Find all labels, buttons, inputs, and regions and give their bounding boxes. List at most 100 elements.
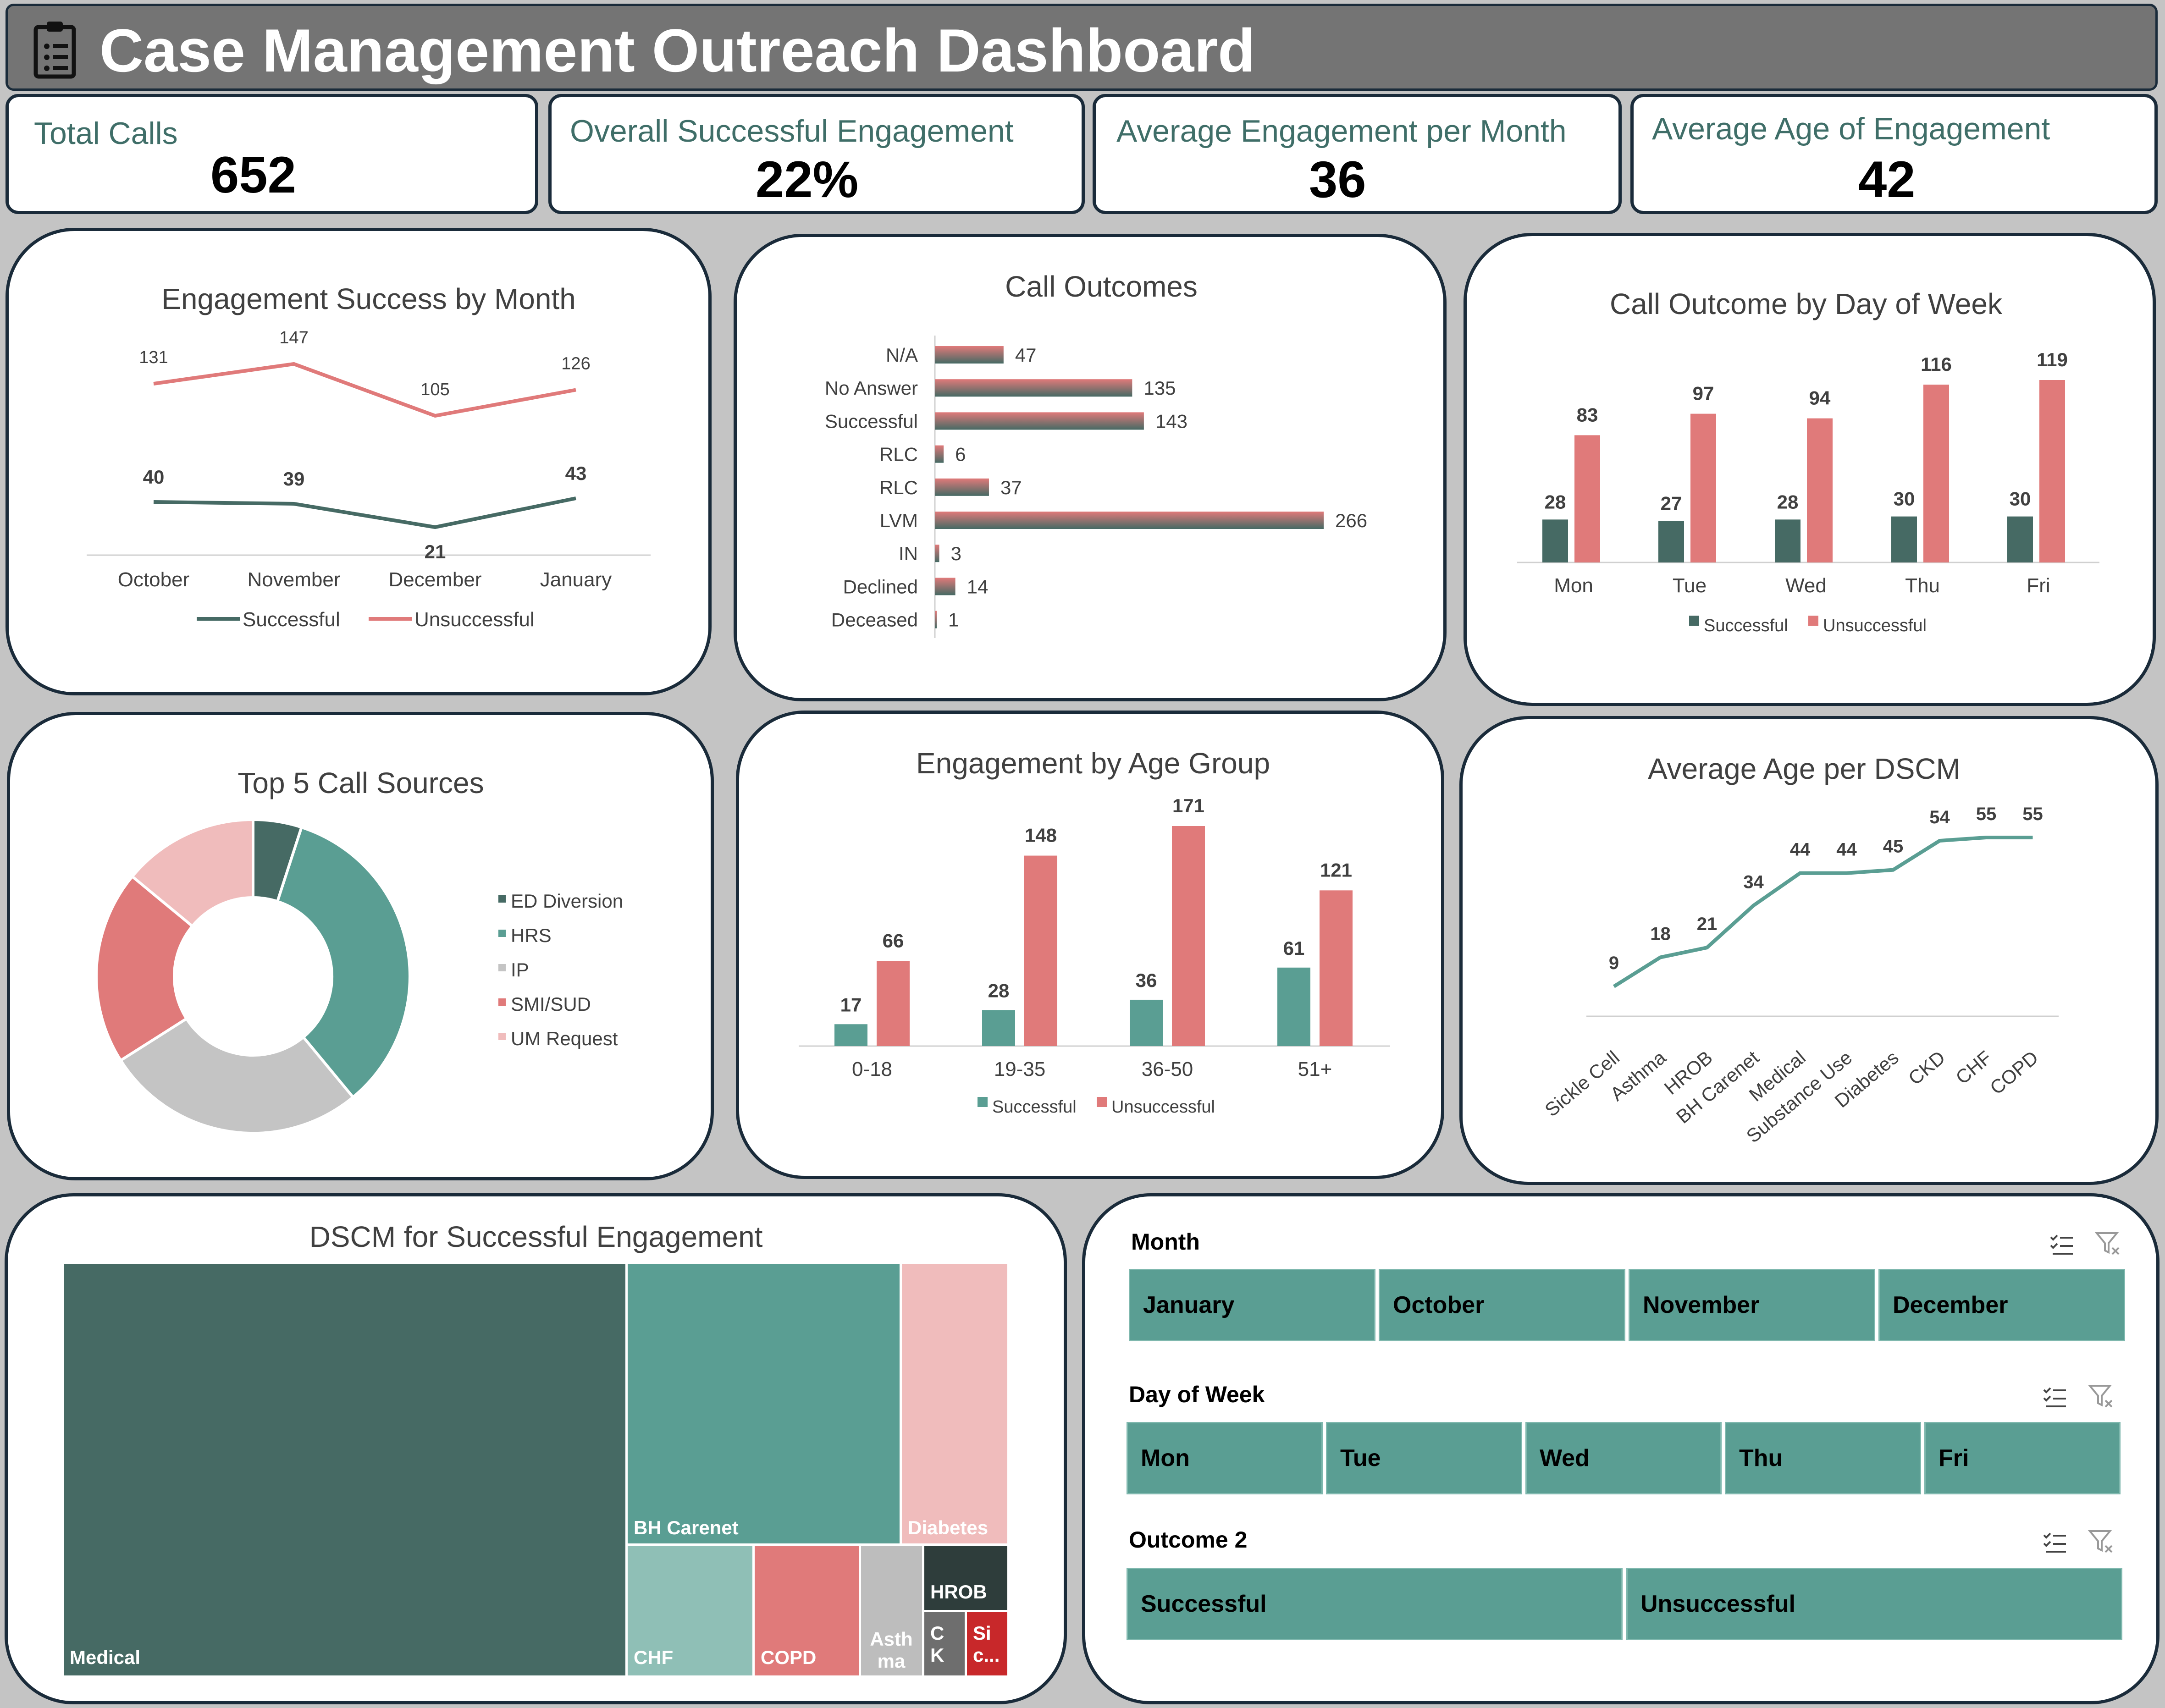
kpi-successful-engagement: Overall Successful Engagement 22% (548, 94, 1085, 214)
series-line-successful (153, 496, 576, 529)
clear-filter-icon[interactable] (2087, 1527, 2115, 1555)
bar-successful (834, 1024, 867, 1046)
chart-title: Engagement by Age Group (916, 747, 1270, 780)
data-label: 43 (565, 463, 587, 484)
legend-label: Successful (992, 1097, 1077, 1117)
kpi-label: Average Age of Engagement (1652, 111, 2050, 146)
legend-swatch (1689, 616, 1699, 626)
data-label: 143 (1155, 410, 1187, 432)
bar-unsuccessful (1807, 418, 1833, 562)
data-label: 9 (1609, 953, 1619, 973)
data-label: 37 (1000, 477, 1022, 498)
x-tick-label: 36-50 (1142, 1058, 1193, 1080)
legend-label: Unsuccessful (1823, 616, 1927, 635)
data-label: 47 (1015, 344, 1037, 366)
multi-select-icon[interactable] (2041, 1383, 2069, 1411)
legend-swatch (1808, 616, 1818, 626)
bar-chart-day-of-week: Call Outcome by Day of Week 28 83 Mon 27 97 Tu… (1517, 287, 2099, 635)
line-chart-average-age-dscm: Average Age per DSCM 9 18 21 34 44 44 45 54 55 55 S… (1541, 752, 2059, 1147)
slicer-title-outcome: Outcome 2 (1129, 1527, 1248, 1553)
chart-title: Engagement Success by Month (161, 282, 576, 315)
kpi-label: Overall Successful Engagement (570, 114, 1014, 149)
kpi-label: Average Engagement per Month (1116, 114, 1567, 149)
multi-select-icon[interactable] (2041, 1529, 2069, 1556)
data-label: 119 (2037, 349, 2068, 370)
line-chart-engagement-by-month: Engagement Success by Month 131 147 105 126 4… (87, 282, 651, 631)
bar-unsuccessful (2039, 380, 2065, 562)
bar-unsuccessful (877, 961, 910, 1046)
legend-swatch (1097, 1097, 1107, 1107)
data-label: 44 (1790, 840, 1811, 860)
bar-successful (1658, 521, 1684, 562)
treemap-label: Medical (70, 1647, 140, 1668)
y-tick-label: RLC (879, 444, 918, 465)
data-label: 44 (1836, 840, 1857, 860)
slicer-item-thu[interactable]: Thu (1725, 1422, 1921, 1494)
page-title: Case Management Outreach Dashboard (99, 17, 1255, 85)
bar-successful (1542, 519, 1568, 562)
data-label: 40 (143, 466, 165, 488)
bar (935, 379, 1132, 397)
slicer-item-wed[interactable]: Wed (1525, 1422, 1722, 1494)
x-tick-label: Tue (1673, 574, 1707, 597)
y-tick-label: N/A (886, 344, 918, 366)
data-label: 28 (1777, 491, 1799, 512)
slicer-item-fri[interactable]: Fri (1924, 1422, 2121, 1494)
panel-day-of-week: Call Outcome by Day of Week 28 83 Mon 27 97 Tu… (1464, 233, 2156, 706)
kpi-total-calls: Total Calls 652 (6, 94, 538, 214)
panel-treemap: DSCM for Successful Engagement Medical BH … (5, 1193, 1067, 1704)
legend-label: Successful (243, 608, 340, 631)
x-tick-label: December (389, 568, 482, 591)
clipboard-icon (33, 22, 76, 79)
treemap-dscm: DSCM for Successful Engagement Medical BH … (64, 1220, 1007, 1675)
data-label: 54 (1929, 807, 1950, 827)
panel-average-age-dscm: Average Age per DSCM 9 18 21 34 44 44 45 54 55 55 S… (1459, 716, 2159, 1185)
legend-swatch (498, 1033, 506, 1040)
legend-label: Unsuccessful (1111, 1097, 1215, 1117)
slicer-item-november[interactable]: November (1629, 1269, 1875, 1341)
slicer-item-december[interactable]: December (1878, 1269, 2125, 1341)
legend-label: UM Request (511, 1028, 618, 1049)
panel-engagement-by-month: Engagement Success by Month 131 147 105 126 4… (6, 228, 712, 695)
bar-unsuccessful (1172, 826, 1205, 1046)
treemap-label: CK (930, 1622, 944, 1666)
panel-call-sources: Top 5 Call Sources ED Diversion HRS IP SMI/S… (7, 712, 714, 1180)
multi-select-icon[interactable] (2048, 1231, 2076, 1258)
slicer-item-unsuccessful[interactable]: Unsuccessful (1626, 1568, 2122, 1640)
x-tick-label: November (248, 568, 341, 591)
slicer-title-month: Month (1131, 1229, 1200, 1255)
x-tick-label: October (118, 568, 190, 591)
data-label: 121 (1320, 859, 1352, 881)
panel-age-group: Engagement by Age Group 17 66 0-18 28 148 19-3… (736, 711, 1444, 1179)
kpi-engagement-per-month: Average Engagement per Month 36 (1093, 94, 1622, 214)
clear-filter-icon[interactable] (2087, 1382, 2115, 1410)
treemap-cell (924, 1612, 965, 1675)
kpi-label: Total Calls (34, 116, 178, 151)
y-tick-label: RLC (879, 477, 918, 498)
bar-unsuccessful (1923, 385, 1949, 562)
donut-chart-call-sources: Top 5 Call Sources ED Diversion HRS IP SMI/S… (95, 766, 623, 1135)
kpi-value: 652 (210, 146, 296, 204)
bar (935, 545, 939, 562)
kpi-average-age: Average Age of Engagement 42 (1630, 94, 2158, 214)
x-tick-label: COPD (1986, 1047, 2042, 1099)
slicer-item-tue[interactable]: Tue (1326, 1422, 1522, 1494)
x-tick-label: 51+ (1298, 1058, 1332, 1080)
chart-title: Call Outcome by Day of Week (1610, 287, 2003, 320)
data-label: 45 (1883, 837, 1904, 857)
data-label: 21 (1697, 914, 1718, 934)
slicer-item-january[interactable]: January (1129, 1269, 1375, 1341)
clear-filter-icon[interactable] (2094, 1229, 2121, 1257)
treemap-label: BH Carenet (634, 1517, 739, 1538)
y-tick-label: Successful (825, 410, 918, 432)
slicer-item-mon[interactable]: Mon (1127, 1422, 1323, 1494)
chart-title: Call Outcomes (1005, 270, 1198, 303)
data-label: 28 (988, 980, 1010, 1001)
slicer-item-october[interactable]: October (1379, 1269, 1625, 1341)
panel-slicers: Month January October November December … (1082, 1193, 2159, 1704)
slicer-item-successful[interactable]: Successful (1127, 1568, 1623, 1640)
treemap-label: HROB (930, 1581, 987, 1603)
data-label: 147 (279, 328, 308, 347)
bar (935, 346, 1004, 364)
data-label: 36 (1136, 970, 1157, 991)
